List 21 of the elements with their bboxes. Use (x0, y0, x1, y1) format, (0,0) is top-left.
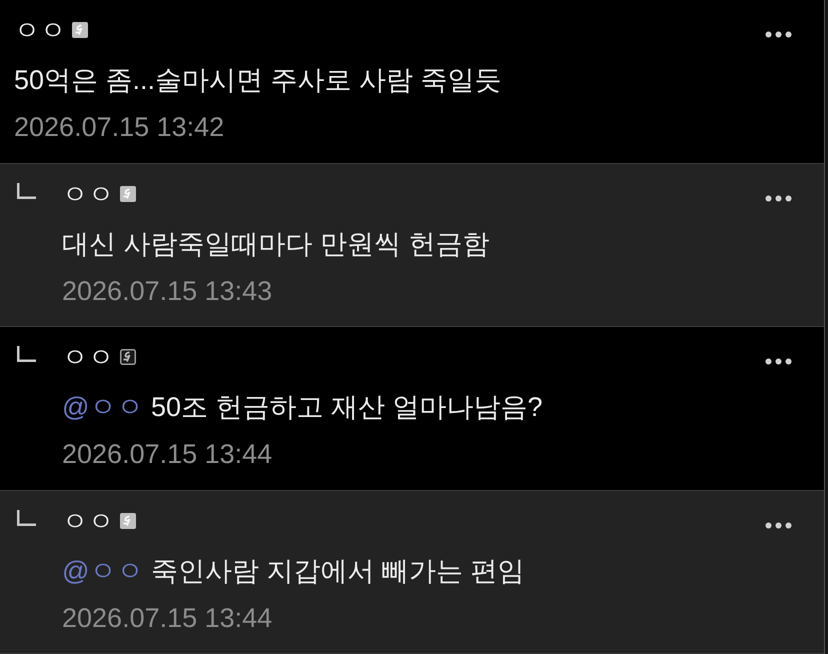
more-options-icon[interactable] (765, 358, 792, 365)
mention-link[interactable]: @ㅇㅇ (62, 556, 144, 586)
comment-date: 2026.07.15 13:43 (62, 274, 272, 308)
comment-text: 50억은 좀...술마시면 주사로 사람 죽일듯 (14, 64, 503, 97)
comment-text: 대신 사람죽일때마다 만원씩 헌금함 (62, 228, 491, 260)
reply-corner-icon (17, 182, 36, 198)
comment-date: 2026.07.15 13:44 (62, 602, 272, 634)
more-options-icon[interactable] (765, 194, 792, 202)
author-name: ㅇㅇ (62, 504, 114, 536)
comment-text: @ㅇㅇ 50조 헌금하고 재산 얼마나남음? (62, 391, 544, 424)
comment-date: 2026.07.15 13:42 (14, 111, 224, 144)
reply-corner-icon (17, 346, 36, 362)
author-name: ㅇㅇ (14, 14, 66, 46)
comment-date: 2026.07.15 13:44 (62, 438, 272, 471)
comment-text: @ㅇㅇ 죽인사람 지갑에서 빼가는 편임 (62, 554, 526, 588)
more-options-icon[interactable] (765, 522, 792, 528)
mention-link[interactable]: @ㅇㅇ (62, 392, 144, 422)
reply-corner-icon (17, 510, 36, 526)
author-name: ㅇㅇ (62, 178, 114, 210)
more-options-icon[interactable] (765, 31, 792, 38)
author-name: ㅇㅇ (62, 341, 114, 373)
